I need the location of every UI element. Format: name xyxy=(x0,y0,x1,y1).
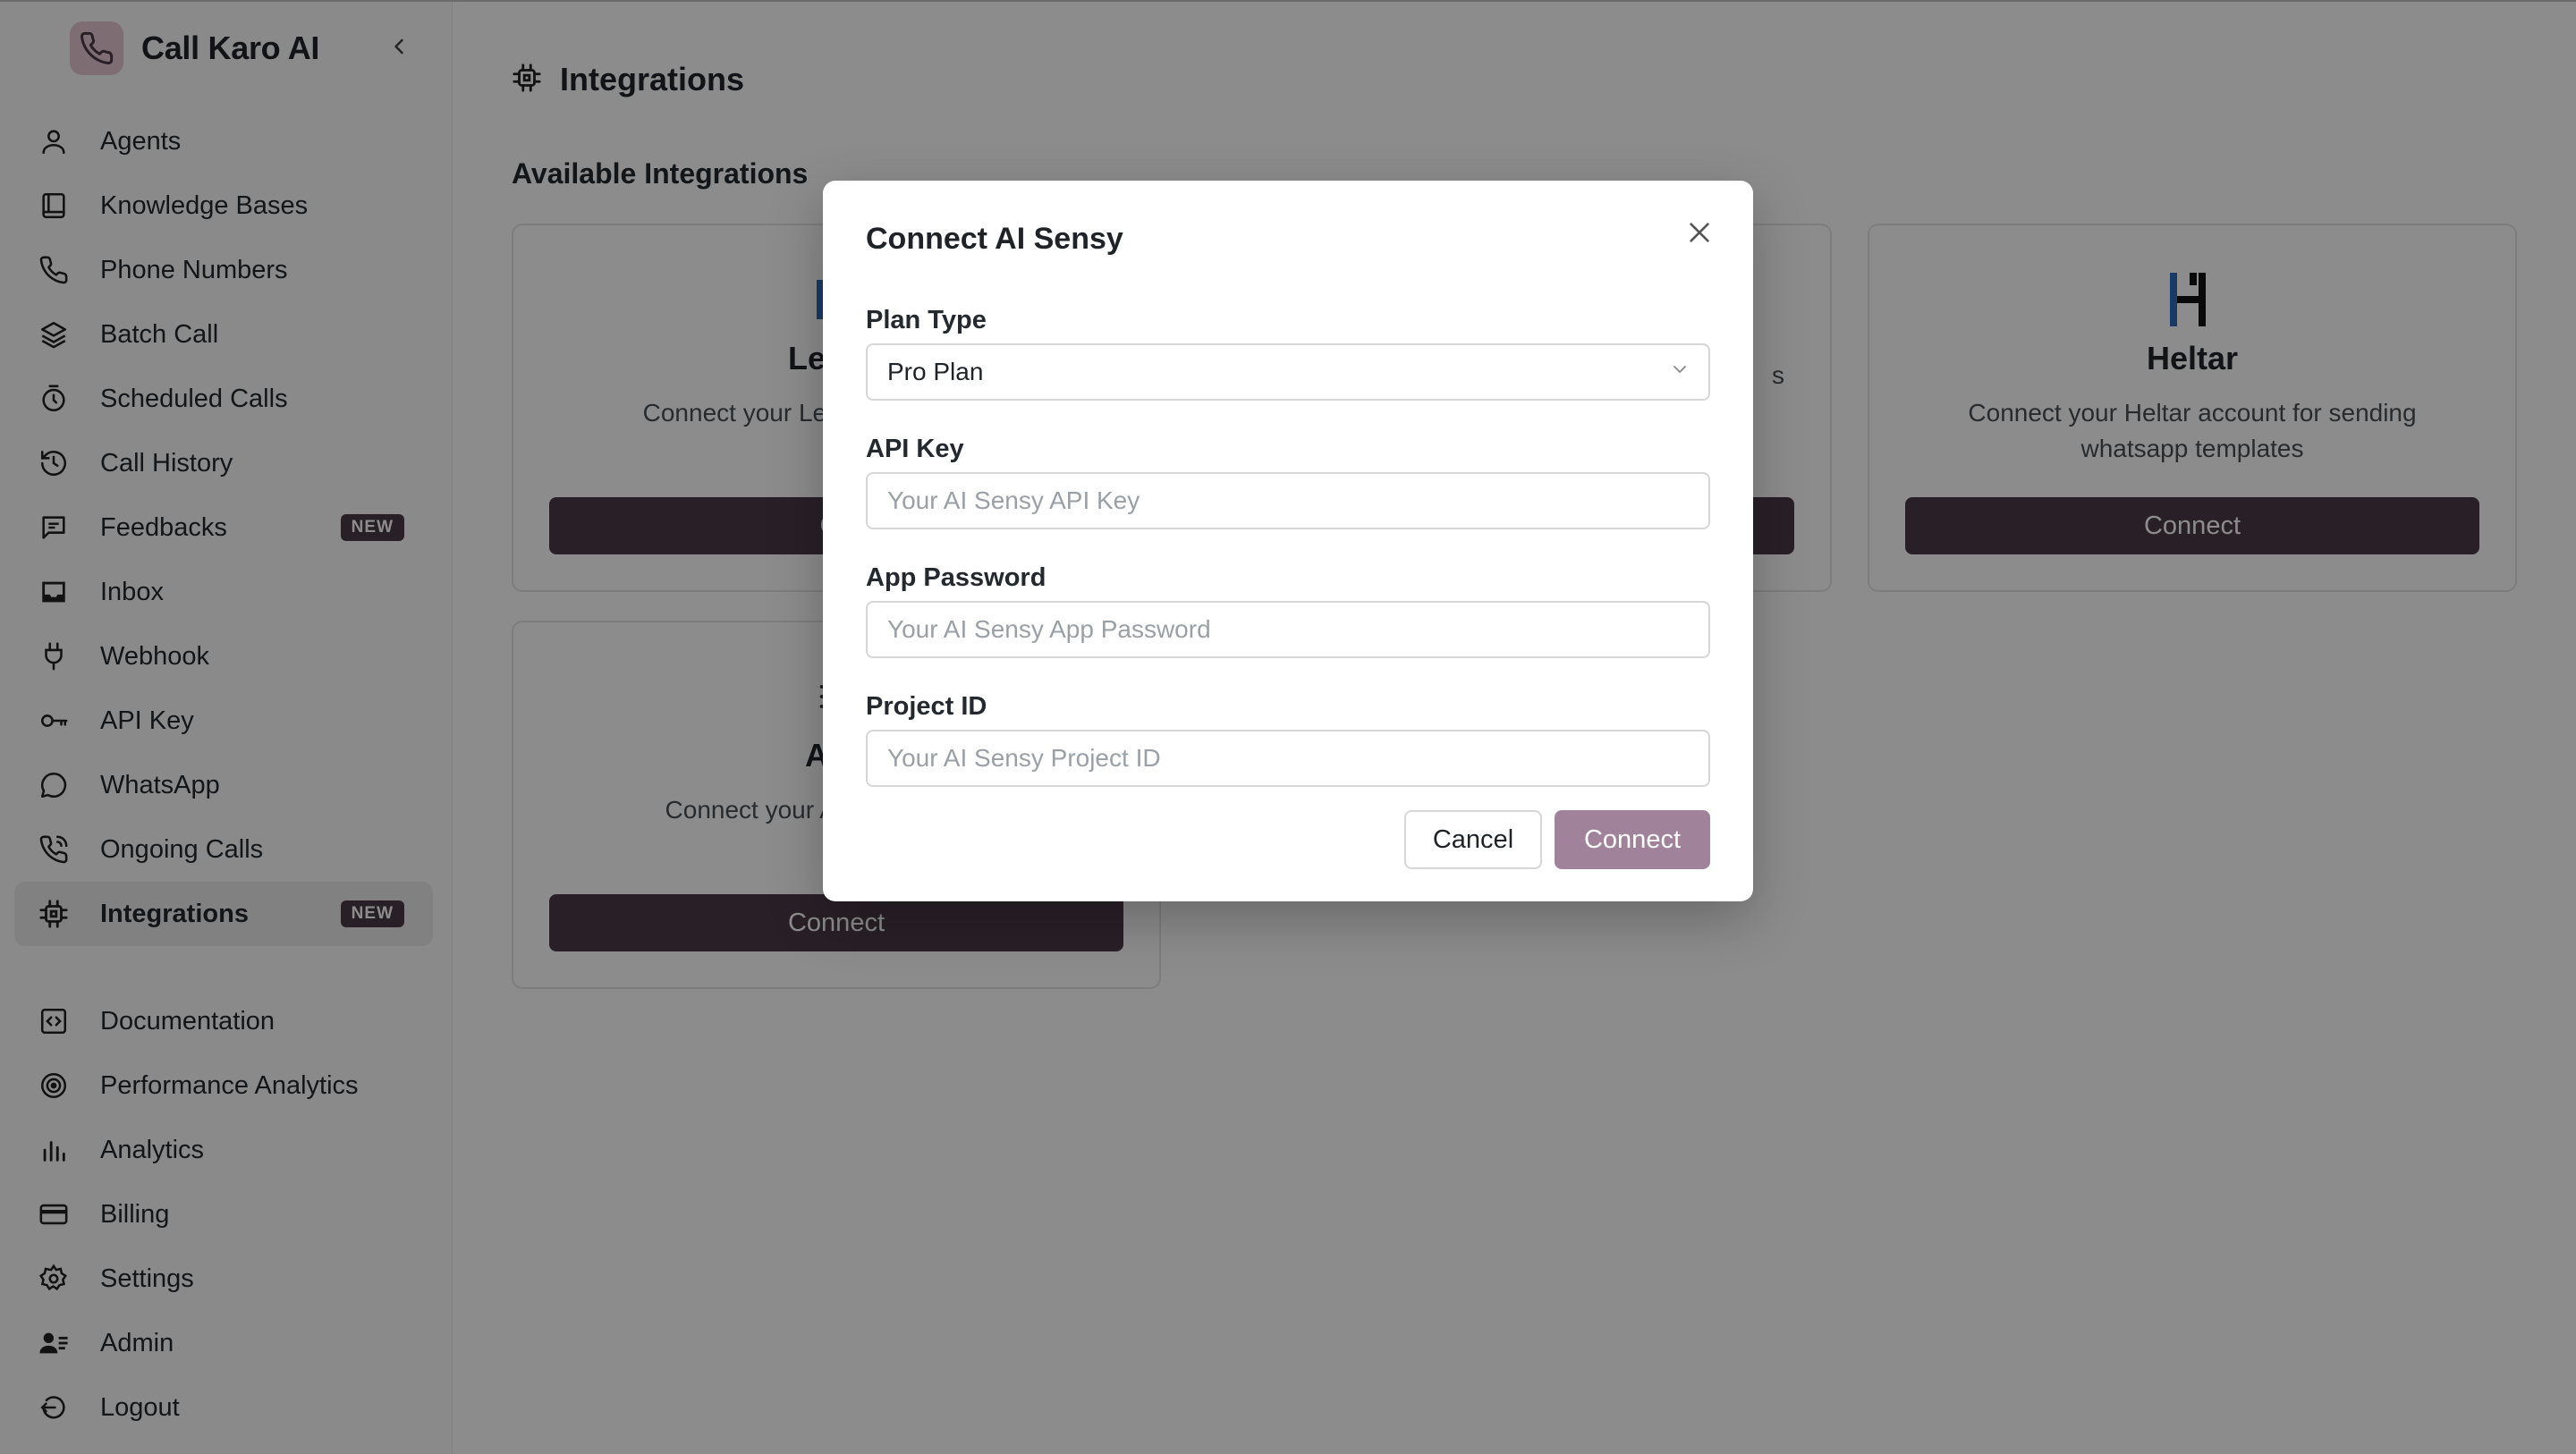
plan-type-value: Pro Plan xyxy=(887,358,984,385)
project-id-input[interactable] xyxy=(866,730,1710,787)
api-key-label: API Key xyxy=(866,435,964,463)
window-top-border xyxy=(0,0,2576,2)
project-id-label: Project ID xyxy=(866,692,987,721)
close-icon xyxy=(1690,223,1709,242)
dialog-title: Connect AI Sensy xyxy=(866,222,1123,256)
connect-ai-sensy-dialog: Connect AI Sensy Plan Type Pro Plan API … xyxy=(823,181,1753,901)
chevron-down-icon xyxy=(1669,358,1690,386)
plan-type-select[interactable]: Pro Plan xyxy=(866,343,1710,401)
app-password-label: App Password xyxy=(866,563,1046,592)
plan-type-label: Plan Type xyxy=(866,306,987,334)
close-button[interactable] xyxy=(1682,215,1717,250)
cancel-button[interactable]: Cancel xyxy=(1404,810,1542,869)
api-key-input[interactable] xyxy=(866,472,1710,529)
connect-button[interactable]: Connect xyxy=(1555,810,1710,869)
app-password-input[interactable] xyxy=(866,601,1710,658)
